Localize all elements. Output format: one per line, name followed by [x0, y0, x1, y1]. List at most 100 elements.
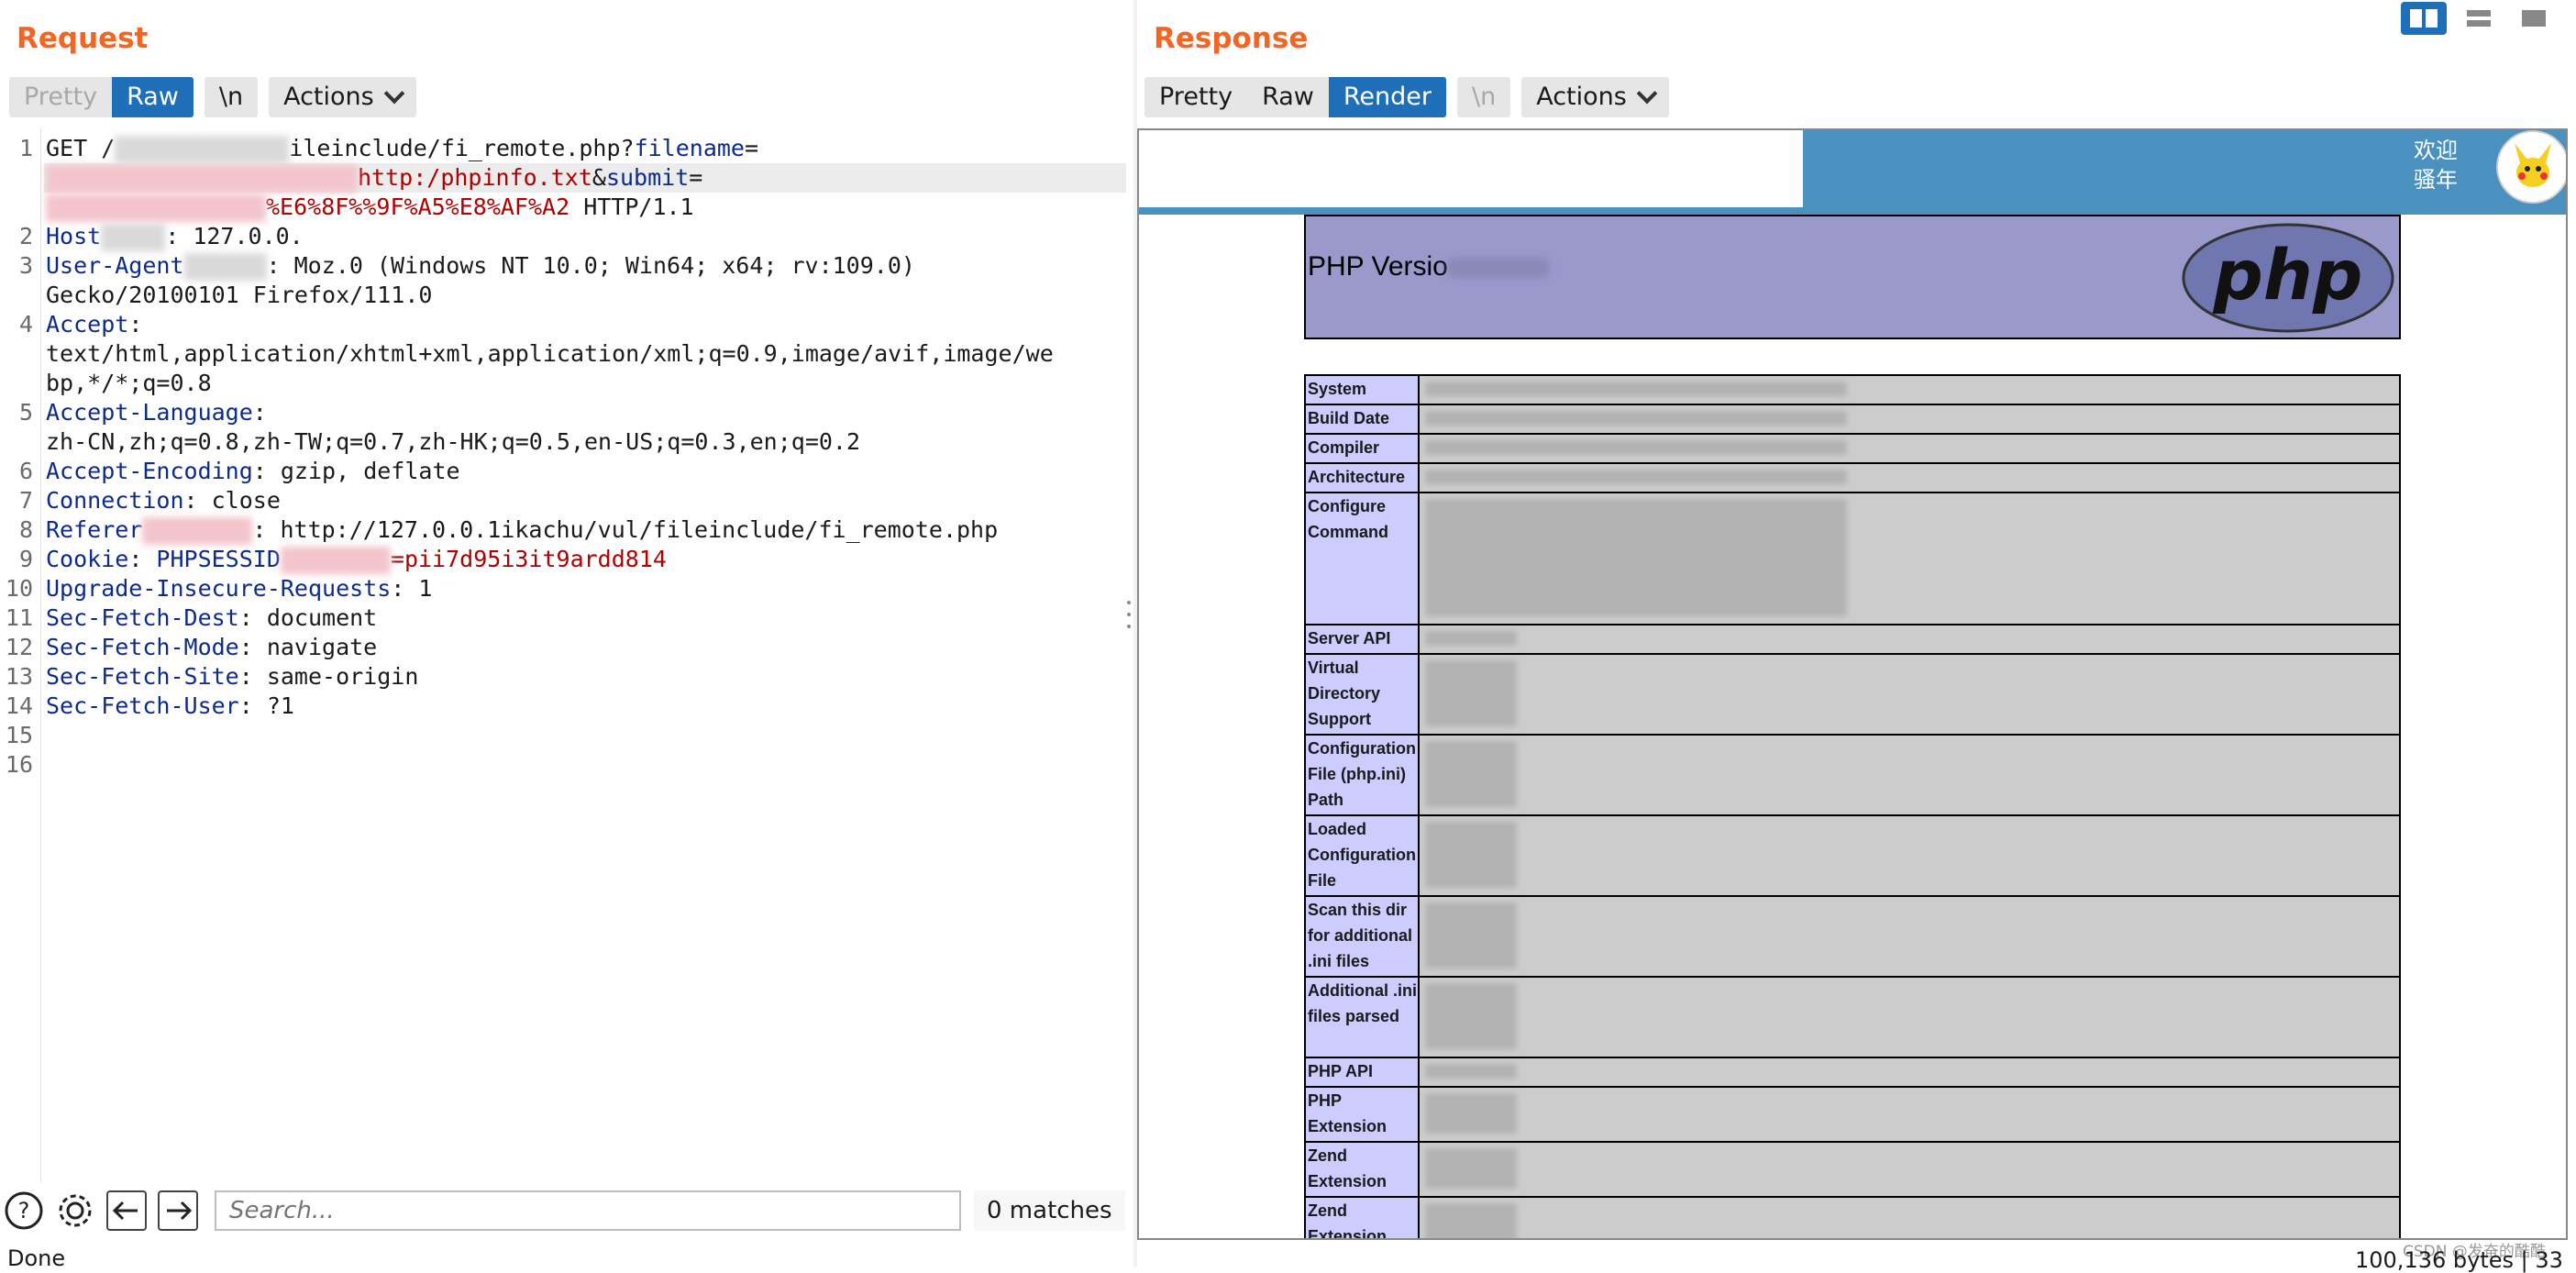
line-number: 15: [5, 722, 33, 748]
single-pane-layout-icon[interactable]: [2511, 2, 2557, 35]
php-info-row: Build Date: [1306, 405, 2399, 435]
code-line: Referer: http://127.0.0.1ikachu/vul/file…: [46, 515, 998, 545]
header-name: PHPSESSID: [156, 546, 281, 572]
php-info-key: Scan this dir for additional .ini files: [1306, 897, 1418, 976]
php-info-row: PHP API: [1306, 1058, 2399, 1088]
line-number: 14: [5, 692, 33, 719]
php-info-key: Compiler: [1306, 435, 1418, 462]
php-info-key: Virtual Directory Support: [1306, 655, 1418, 734]
php-info-value: [1418, 625, 2399, 653]
php-info-key: Build Date: [1306, 405, 1418, 433]
php-info-value: [1418, 816, 2399, 895]
code-text: ileinclude/fi_remote.php?: [289, 135, 635, 161]
chevron-down-icon: [383, 83, 405, 105]
redacted-text: [280, 547, 391, 574]
redacted-text: [183, 253, 267, 281]
redacted-value: [1425, 902, 1517, 969]
redacted-value: [1425, 1093, 1517, 1134]
code-line: Upgrade-Insecure-Requests: 1: [46, 574, 432, 603]
parameter-value: i3it9ardd814: [501, 546, 667, 572]
header-name: Accept-Language: [46, 399, 253, 426]
line-number: 8: [18, 516, 33, 543]
code-line: zh-CN,zh;q=0.8,zh-TW;q=0.7,zh-HK;q=0.5,e…: [46, 427, 860, 457]
code-line: Sec-Fetch-User: ?1: [46, 692, 294, 721]
redacted-text: [142, 517, 253, 545]
php-info-value: [1418, 405, 2399, 433]
php-info-key: PHP Extension: [1306, 1088, 1418, 1141]
site-header: 欢迎 骚年: [1139, 130, 2566, 215]
request-pretty-tab[interactable]: Pretty: [9, 77, 112, 117]
header-name: Sec-Fetch-Site: [46, 663, 239, 690]
header-name: Sec-Fetch-Mode: [46, 634, 239, 660]
response-pretty-tab[interactable]: Pretty: [1144, 77, 1247, 117]
welcome-text: 欢迎 骚年: [2414, 136, 2458, 194]
response-newline-toggle[interactable]: \n: [1457, 77, 1511, 117]
php-info-row: Configuration File (php.ini) Path: [1306, 736, 2399, 816]
response-render-view[interactable]: 欢迎 骚年 PHP Versio php System Build Date Com…: [1137, 128, 2568, 1240]
split-rows-layout-icon[interactable]: [2456, 2, 2502, 35]
php-info-header: PHP Versio php: [1304, 215, 2401, 339]
split-columns-layout-icon[interactable]: [2401, 2, 2447, 35]
next-arrow-icon[interactable]: [158, 1190, 198, 1231]
parameter-value: /phpinfo.txt: [426, 164, 592, 191]
response-actions-button[interactable]: Actions: [1521, 77, 1669, 117]
code-text: : close: [183, 487, 281, 514]
line-number: 3: [18, 252, 33, 279]
code-text: Gecko/20100101 Firefox/111.0: [46, 282, 433, 308]
help-icon[interactable]: ?: [4, 1190, 44, 1231]
code-line: bp,*/*;q=0.8: [46, 369, 212, 398]
php-info-row: Loaded Configuration File: [1306, 816, 2399, 897]
php-info-row: System: [1306, 376, 2399, 405]
search-input[interactable]: [215, 1190, 961, 1231]
redacted-text: [46, 194, 266, 222]
header-name: Sec-Fetch-Dest: [46, 604, 239, 631]
php-info-row: PHP Extension: [1306, 1088, 2399, 1143]
redacted-value: [1425, 1064, 1517, 1079]
code-text: bp,*/*;q=0.8: [46, 370, 212, 396]
request-newline-toggle[interactable]: \n: [204, 77, 259, 117]
code-text: .0 (Windows NT 10.0; Win64; x64; rv:109.…: [335, 252, 915, 279]
code-line: %E6%8F%%9F%A5%E8%AF%A2 HTTP/1.1: [46, 193, 694, 222]
newline-label: \n: [1472, 83, 1497, 111]
request-actions-button[interactable]: Actions: [269, 77, 416, 117]
status-left: Done: [7, 1245, 66, 1271]
request-editor[interactable]: 1 2 3 4 5 6 7 8 9 10 11 12 13 14 15 16 GET / ileinclude/…: [0, 128, 1130, 1183]
parameter-value: %9F%A5%E8%AF%A2: [362, 194, 570, 220]
request-raw-tab[interactable]: Raw: [112, 77, 193, 117]
header-name: Upgrade-Insecure-Requests: [46, 575, 392, 602]
redacted-value: [1425, 411, 1847, 426]
header-name: submit: [605, 164, 690, 191]
php-info-key: Server API: [1306, 625, 1418, 653]
settings-gear-icon[interactable]: [55, 1190, 95, 1231]
php-info-value: [1418, 493, 2399, 624]
redacted-value: [1425, 1203, 1517, 1238]
code-line: User-Agent: Moz.0 (Windows NT 10.0; Win6…: [46, 251, 915, 281]
php-info-table: System Build Date Compiler Architecture Conf…: [1304, 374, 2401, 1238]
response-tabbar: Pretty Raw Render \n Actions: [1144, 77, 1669, 117]
response-raw-tab[interactable]: Raw: [1247, 77, 1329, 117]
php-info-key: Architecture: [1306, 464, 1418, 492]
svg-text:?: ?: [18, 1198, 30, 1223]
header-name: User-Agent: [46, 252, 184, 279]
php-info-value: [1418, 1198, 2399, 1238]
code-text: text/html,application/xhtml+xml,applicat…: [46, 340, 1054, 367]
php-info-value: [1418, 464, 2399, 492]
code-line: Cookie: PHPSESSID =pii7d95i3it9ardd814: [46, 545, 667, 574]
line-number: 16: [5, 751, 33, 778]
code-text: &: [591, 164, 606, 191]
header-name: Referer: [46, 516, 143, 543]
code-text: : same-origin: [238, 663, 419, 690]
code-line: Accept-Encoding: gzip, deflate: [46, 457, 460, 486]
previous-arrow-icon[interactable]: [106, 1190, 147, 1231]
response-view-toggle: Pretty Raw Render: [1144, 77, 1446, 117]
php-version-title: PHP Versio: [1308, 251, 1549, 282]
request-search-bar: ? 0 matches: [0, 1183, 1128, 1240]
code-line: Host: 127.0.0.: [46, 222, 304, 251]
redacted-value: [1425, 382, 1847, 396]
code-line: Connection: close: [46, 486, 281, 515]
php-info-row: Zend Extension: [1306, 1143, 2399, 1198]
drag-handle-icon[interactable]: [1127, 601, 1133, 628]
response-render-tab[interactable]: Render: [1328, 77, 1446, 117]
welcome-line-1: 欢迎: [2414, 138, 2458, 163]
layout-toggle: [2401, 2, 2557, 35]
